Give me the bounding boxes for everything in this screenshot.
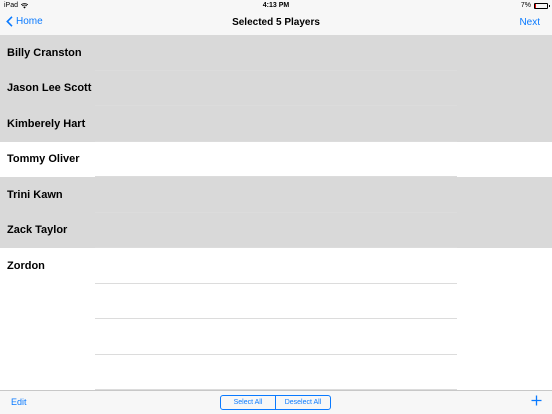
edit-button[interactable]: Edit [11,397,27,407]
player-name: Tommy Oliver [7,153,80,166]
player-row[interactable]: Jason Lee Scott [0,70,552,106]
select-all-button[interactable]: Select All [221,396,276,409]
player-row[interactable]: Tommy Oliver [0,142,552,177]
player-name: Billy Cranston [7,46,82,59]
bottom-toolbar: Edit Select All Deselect All [0,390,552,414]
status-time: 4:13 PM [262,2,290,9]
player-name: Trini Kawn [7,188,63,201]
player-name: Jason Lee Scott [7,82,92,95]
player-row[interactable]: Kimberely Hart [0,106,552,142]
status-right: 7% [520,2,550,9]
empty-row [0,319,552,355]
player-row[interactable]: Zordon [0,248,552,284]
player-list: Billy Cranston Jason Lee Scott Kimberely… [0,35,552,390]
navigation-bar: Home Selected 5 Players Next [0,12,552,36]
player-name: Zack Taylor [7,224,68,237]
battery-icon [534,2,550,9]
player-row[interactable]: Billy Cranston [0,35,552,71]
status-bar: iPad 4:13 PM 7% [0,0,552,12]
add-button[interactable] [531,394,542,409]
empty-row [0,284,552,319]
plus-icon [531,395,542,406]
battery-percent: 7% [520,2,531,9]
page-title: Selected 5 Players [232,17,320,28]
player-row[interactable]: Zack Taylor [0,212,552,248]
player-name: Zordon [7,259,45,272]
player-name: Kimberely Hart [7,117,86,130]
selection-segmented-control: Select All Deselect All [220,395,331,410]
player-row[interactable]: Trini Kawn [0,177,552,213]
empty-row [0,355,552,390]
next-button[interactable]: Next [519,17,540,28]
deselect-all-button[interactable]: Deselect All [276,396,330,409]
